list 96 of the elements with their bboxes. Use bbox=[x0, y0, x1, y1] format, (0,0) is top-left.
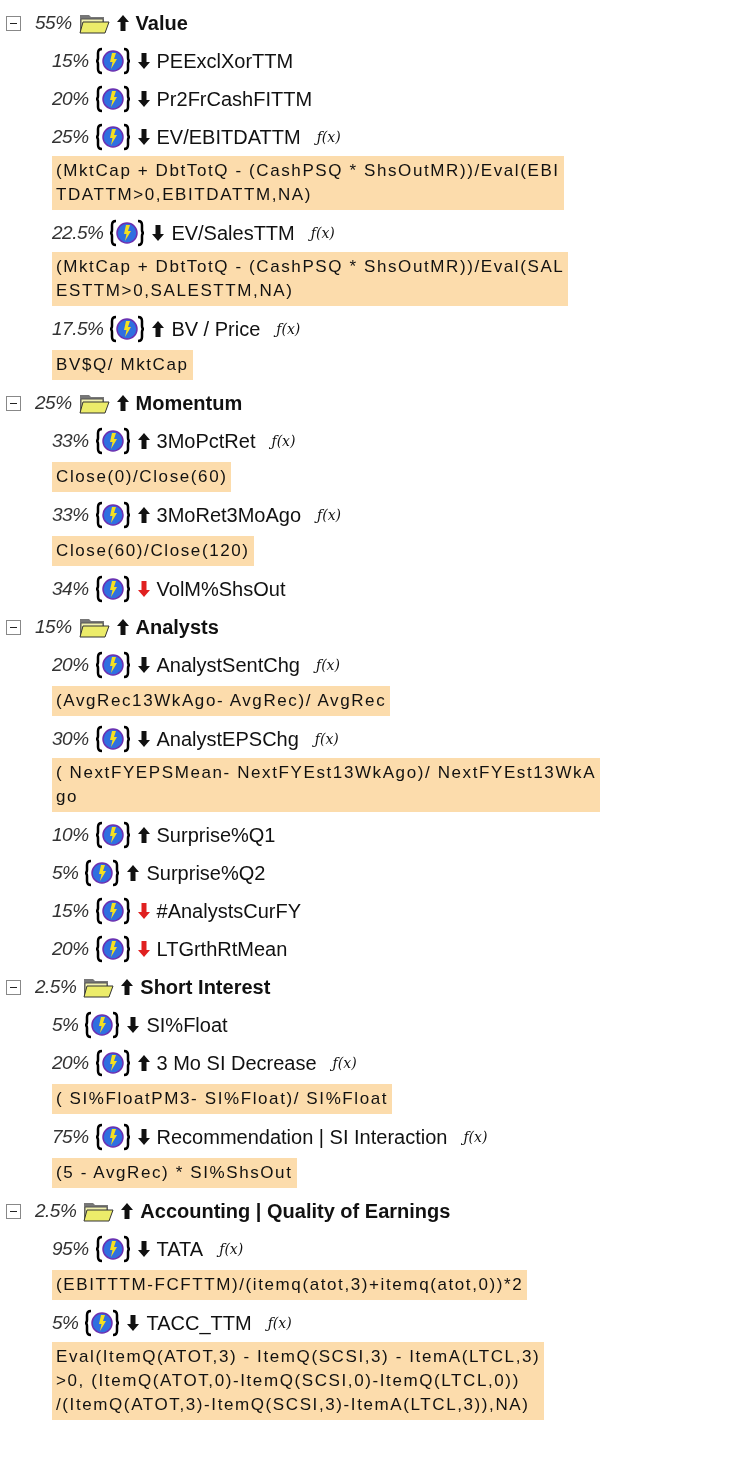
formula-icon: ƒ(x) bbox=[310, 222, 335, 244]
weight-label: 17.5% bbox=[52, 316, 104, 341]
braced-globe-icon bbox=[94, 47, 131, 75]
weight-label: 15% bbox=[35, 614, 72, 639]
formula-icon: ƒ(x) bbox=[332, 1052, 357, 1074]
weight-label: 25% bbox=[52, 124, 89, 149]
weight-label: 22.5% bbox=[52, 220, 104, 245]
factor-name: PEExclXorTTM bbox=[156, 49, 294, 74]
group-name: Value bbox=[135, 11, 188, 36]
factor-name: 3MoRet3MoAgo bbox=[156, 503, 302, 528]
collapse-toggle[interactable] bbox=[6, 979, 21, 995]
braced-globe-icon bbox=[94, 821, 131, 849]
braced-globe-icon bbox=[109, 315, 146, 343]
factor-name: EV/SalesTTM bbox=[171, 221, 295, 246]
weight-label: 95% bbox=[52, 1236, 89, 1261]
factor-name: Recommendation | SI Interaction bbox=[156, 1125, 448, 1150]
formula-icon: ƒ(x) bbox=[316, 126, 341, 148]
formula-text: ( NextFYEPSMean- NextFYEst13WkAgo)/ NextFYEst13WkA go bbox=[52, 758, 601, 812]
braced-globe-icon bbox=[84, 1309, 121, 1337]
group-name: Accounting | Quality of Earnings bbox=[140, 1199, 451, 1224]
weight-label: 20% bbox=[52, 86, 89, 111]
group-name: Analysts bbox=[135, 615, 219, 640]
collapse-toggle[interactable] bbox=[6, 1203, 21, 1219]
factor-name: VolM%ShsOut bbox=[156, 577, 286, 602]
collapse-toggle[interactable] bbox=[6, 15, 21, 31]
weight-label: 15% bbox=[52, 898, 89, 923]
folder-icon bbox=[82, 976, 115, 998]
weight-label: 15% bbox=[52, 48, 89, 73]
factor-name: AnalystSentChg bbox=[156, 653, 300, 678]
braced-globe-icon bbox=[94, 651, 131, 679]
factor-name: AnalystEPSChg bbox=[156, 727, 299, 752]
weight-label: 75% bbox=[52, 1124, 89, 1149]
factor-name: Surprise%Q2 bbox=[146, 861, 266, 886]
braced-globe-icon bbox=[84, 859, 121, 887]
weight-label: 2.5% bbox=[35, 974, 77, 999]
formula-text: Close(0)/Close(60) bbox=[52, 462, 232, 492]
collapse-toggle[interactable] bbox=[6, 619, 21, 635]
folder-icon bbox=[77, 392, 110, 414]
weight-label: 34% bbox=[52, 576, 89, 601]
weight-label: 33% bbox=[52, 428, 89, 453]
folder-icon bbox=[77, 616, 110, 638]
braced-globe-icon bbox=[94, 1049, 131, 1077]
group-name: Momentum bbox=[135, 391, 243, 416]
formula-icon: ƒ(x) bbox=[271, 430, 296, 452]
weight-label: 2.5% bbox=[35, 1198, 77, 1223]
braced-globe-icon bbox=[109, 219, 146, 247]
braced-globe-icon bbox=[94, 501, 131, 529]
weight-label: 5% bbox=[52, 1012, 79, 1037]
collapse-toggle[interactable] bbox=[6, 395, 21, 411]
weight-label: 5% bbox=[52, 860, 79, 885]
weight-label: 5% bbox=[52, 1310, 79, 1335]
braced-globe-icon bbox=[94, 935, 131, 963]
formula-text: (MktCap + DbtTotQ - (CashPSQ * ShsOutMR))/Eval(SAL ESTTM>0,SALESTTM,NA) bbox=[52, 252, 569, 306]
formula-text: Eval(ItemQ(ATOT,3) - ItemQ(SCSI,3) - ItemA(LTCL,3) >0, (ItemQ(ATOT,0)-ItemQ(SCSI,0)-ItemQ(LTCL,0)) /(ItemQ(ATOT,3)-ItemQ(SCSI,3)-ItemA(LTCL,3)),NA) bbox=[52, 1342, 545, 1420]
braced-globe-icon bbox=[94, 1123, 131, 1151]
factor-name: LTGrthRtMean bbox=[156, 937, 288, 962]
factor-name: TATA bbox=[156, 1237, 204, 1262]
formula-text: ( SI%FloatPM3- SI%Float)/ SI%Float bbox=[52, 1084, 393, 1114]
weight-label: 20% bbox=[52, 652, 89, 677]
formula-icon: ƒ(x) bbox=[463, 1126, 488, 1148]
braced-globe-icon bbox=[94, 427, 131, 455]
formula-text: Close(60)/Close(120) bbox=[52, 536, 254, 566]
factor-name: TACC_TTM bbox=[146, 1311, 252, 1337]
factor-name: SI%Float bbox=[146, 1013, 228, 1038]
group-name: Short Interest bbox=[140, 975, 271, 1000]
folder-icon bbox=[82, 1200, 115, 1222]
braced-globe-icon bbox=[94, 85, 131, 113]
braced-globe-icon bbox=[94, 897, 131, 925]
factor-name: 3 Mo SI Decrease bbox=[156, 1051, 317, 1076]
formula-text: (EBITTTM-FCFTTM)/(itemq(atot,3)+itemq(atot,0))*2 bbox=[52, 1270, 528, 1300]
formula-text: (AvgRec13WkAgo- AvgRec)/ AvgRec bbox=[52, 686, 391, 716]
folder-icon bbox=[77, 12, 110, 34]
braced-globe-icon bbox=[94, 575, 131, 603]
factor-name: EV/EBITDATTM bbox=[156, 125, 301, 150]
weight-label: 10% bbox=[52, 822, 89, 847]
weight-label: 25% bbox=[35, 390, 72, 415]
formula-text: (5 - AvgRec) * SI%ShsOut bbox=[52, 1158, 297, 1188]
formula-icon: ƒ(x) bbox=[315, 654, 340, 676]
weight-label: 55% bbox=[35, 10, 72, 35]
factor-name: Surprise%Q1 bbox=[156, 823, 276, 848]
braced-globe-icon bbox=[94, 1235, 131, 1263]
formula-text: BV$Q/ MktCap bbox=[52, 350, 193, 380]
weight-label: 20% bbox=[52, 1050, 89, 1075]
factor-name: BV / Price bbox=[171, 317, 261, 342]
formula-icon: ƒ(x) bbox=[314, 728, 339, 750]
factor-name: Pr2FrCashFITTM bbox=[156, 87, 313, 112]
braced-globe-icon bbox=[94, 123, 131, 151]
weight-label: 20% bbox=[52, 936, 89, 961]
factor-name: #AnalystsCurFY bbox=[156, 899, 302, 924]
factor-name: 3MoPctRet bbox=[156, 429, 256, 454]
weight-label: 33% bbox=[52, 502, 89, 527]
braced-globe-icon bbox=[94, 725, 131, 753]
formula-icon: ƒ(x) bbox=[267, 1312, 292, 1334]
weight-label: 30% bbox=[52, 726, 89, 751]
braced-globe-icon bbox=[84, 1011, 121, 1039]
formula-text: (MktCap + DbtTotQ - (CashPSQ * ShsOutMR))/Eval(EBI TDATTM>0,EBITDATTM,NA) bbox=[52, 156, 564, 210]
